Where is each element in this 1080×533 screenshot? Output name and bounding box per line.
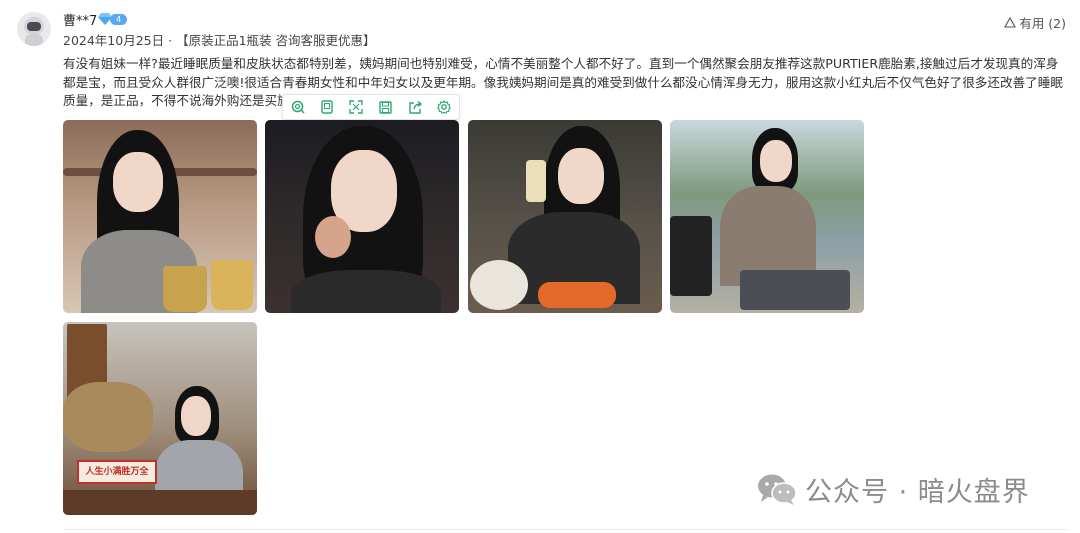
review-photo-1[interactable] [63,120,257,313]
watermark: 公众号 · 暗火盘界 [757,470,1030,509]
review-photo-4[interactable] [670,120,864,313]
flowers-shape [63,382,153,452]
review-date: 2024年10月25日 [63,33,165,48]
face-shape [558,148,604,204]
avatar[interactable] [17,12,51,46]
avatar-face-shape [27,22,41,31]
compact-shape [315,216,351,258]
avatar-body-shape [25,34,43,46]
sweater-shape [291,270,441,313]
review-meta: 2024年10月25日 · 【原装正品1瓶装 咨询客服更优惠】 [63,30,376,49]
face-shape [181,396,211,436]
table-shape [63,490,257,515]
meta-separator: · [168,33,173,48]
jeans-shape [740,270,850,310]
watermark-text: 公众号 · 暗火盘界 [805,477,1030,508]
vip-badge: 4 [98,13,128,26]
search-icon[interactable] [288,97,308,117]
share-icon[interactable] [405,97,425,117]
chair-shape [670,216,712,296]
wechat-icon [758,474,797,505]
review-content: 有没有姐妹一样?最近睡眠质量和皮肤状态都特别差，姨妈期间也特别难受，心情不美丽整… [63,56,1063,108]
vip-level: 4 [110,14,127,25]
expand-icon[interactable] [346,97,366,117]
review-photo-5[interactable]: 人生小满胜万全 [63,322,257,515]
drink-cup-shape [526,160,546,202]
calligraphy-sign: 人生小满胜万全 [77,460,157,484]
bowl-shape [470,260,528,310]
triangle-up-icon [1004,17,1017,28]
useful-label: 有用 (2) [1019,16,1066,31]
face-shape [113,152,163,212]
review-divider [63,529,1068,530]
username: 曹**7 [63,14,98,29]
fruit-shape [538,282,616,308]
tablet-icon[interactable] [317,97,337,117]
settings-icon[interactable] [434,97,454,117]
cup-shape [163,266,207,312]
review-photo-3[interactable] [468,120,662,313]
face-shape [760,140,792,182]
save-icon[interactable] [376,97,396,117]
product-variant: 【原装正品1瓶装 咨询客服更优惠】 [176,33,376,48]
cup-shape [211,260,253,310]
review-photo-2[interactable] [265,120,459,313]
useful-button[interactable]: 有用 (2) [1004,13,1066,32]
image-toolbar [282,94,460,120]
